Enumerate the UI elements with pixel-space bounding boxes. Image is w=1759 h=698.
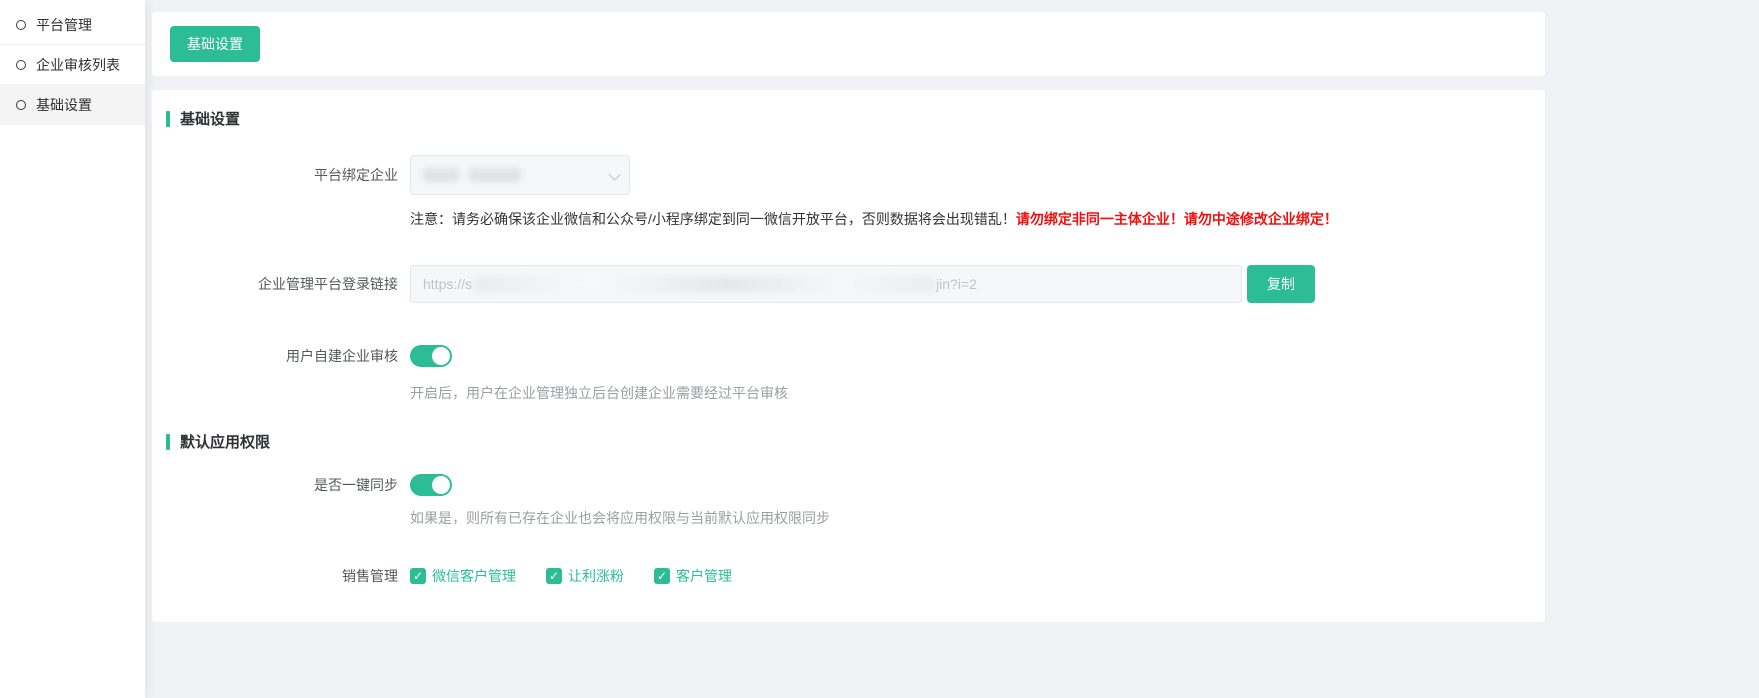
content-area: 基础设置 基础设置 平台绑定企业 注意：请务必确保该企业微信和公众号/小程序绑定… — [152, 0, 1545, 622]
sales-checkbox-group: ✓ 微信客户管理 ✓ 让利涨粉 ✓ 客户管理 — [410, 566, 732, 586]
note-warning-text: 请勿绑定非同一主体企业！请勿中途修改企业绑定！ — [1016, 211, 1338, 227]
url-prefix: https://s — [423, 276, 472, 292]
bind-enterprise-note: 注意：请务必确保该企业微信和公众号/小程序绑定到同一微信开放平台，否则数据将会出… — [410, 209, 1545, 229]
url-suffix: jin?i=2 — [936, 276, 977, 292]
section-permissions-title-text: 默认应用权限 — [180, 431, 270, 452]
settings-card: 基础设置 平台绑定企业 注意：请务必确保该企业微信和公众号/小程序绑定到同一微信… — [152, 90, 1545, 622]
section-bar — [166, 111, 170, 127]
user-audit-row: 用户自建企业审核 — [152, 345, 1545, 367]
sync-row: 是否一键同步 — [152, 474, 1545, 496]
checkbox-checked-icon[interactable]: ✓ — [410, 568, 426, 584]
section-permissions-title: 默认应用权限 — [166, 431, 1545, 452]
checkbox-label: 让利涨粉 — [568, 566, 624, 586]
circle-icon — [16, 60, 26, 70]
user-audit-help: 开启后，用户在企业管理独立后台创建企业需要经过平台审核 — [410, 383, 1545, 403]
circle-icon — [16, 100, 26, 110]
checkbox-item[interactable]: ✓ 让利涨粉 — [546, 566, 624, 586]
chevron-down-icon — [608, 168, 621, 181]
section-basic-title: 基础设置 — [166, 108, 1545, 129]
section-bar — [166, 434, 170, 450]
sidebar-item-label: 基础设置 — [36, 95, 92, 115]
redacted-url-segment — [474, 277, 934, 292]
sales-label: 销售管理 — [152, 566, 410, 586]
sync-help: 如果是，则所有已存在企业也会将应用权限与当前默认应用权限同步 — [410, 508, 1545, 528]
sidebar-item-label: 平台管理 — [36, 15, 92, 35]
checkbox-checked-icon[interactable]: ✓ — [654, 568, 670, 584]
redacted-value — [469, 168, 521, 182]
login-link-row: 企业管理平台登录链接 https://s jin?i=2 复制 — [152, 265, 1545, 303]
toolbar-card: 基础设置 — [152, 12, 1545, 76]
user-audit-label: 用户自建企业审核 — [152, 346, 410, 366]
checkbox-label: 客户管理 — [676, 566, 732, 586]
sidebar-item[interactable]: 平台管理 — [0, 5, 145, 45]
copy-button[interactable]: 复制 — [1247, 265, 1315, 303]
sidebar-item[interactable]: 基础设置 — [0, 85, 145, 125]
checkbox-item[interactable]: ✓ 微信客户管理 — [410, 566, 516, 586]
section-basic-title-text: 基础设置 — [180, 108, 240, 129]
checkbox-checked-icon[interactable]: ✓ — [546, 568, 562, 584]
bind-enterprise-row: 平台绑定企业 — [152, 155, 1545, 195]
bind-enterprise-label: 平台绑定企业 — [152, 165, 410, 185]
sync-toggle[interactable] — [410, 474, 452, 496]
sidebar-item-label: 企业审核列表 — [36, 55, 120, 75]
bind-enterprise-select[interactable] — [410, 155, 630, 195]
checkbox-item[interactable]: ✓ 客户管理 — [654, 566, 732, 586]
redacted-value — [423, 168, 459, 182]
sidebar-item[interactable]: 企业审核列表 — [0, 45, 145, 85]
sync-label: 是否一键同步 — [152, 475, 410, 495]
note-text: 注意：请务必确保该企业微信和公众号/小程序绑定到同一微信开放平台，否则数据将会出… — [410, 211, 1016, 227]
toggle-knob — [432, 476, 450, 494]
sidebar: 平台管理 企业审核列表 基础设置 — [0, 0, 145, 698]
sales-permissions-row: 销售管理 ✓ 微信客户管理 ✓ 让利涨粉 ✓ 客户管理 — [152, 566, 1545, 586]
basic-settings-tab-button[interactable]: 基础设置 — [170, 26, 260, 62]
circle-icon — [16, 20, 26, 30]
toggle-knob — [432, 347, 450, 365]
user-audit-toggle[interactable] — [410, 345, 452, 367]
login-link-input[interactable]: https://s jin?i=2 — [410, 265, 1242, 303]
sidebar-menu: 平台管理 企业审核列表 基础设置 — [0, 5, 145, 125]
checkbox-label: 微信客户管理 — [432, 566, 516, 586]
login-link-label: 企业管理平台登录链接 — [152, 274, 410, 294]
